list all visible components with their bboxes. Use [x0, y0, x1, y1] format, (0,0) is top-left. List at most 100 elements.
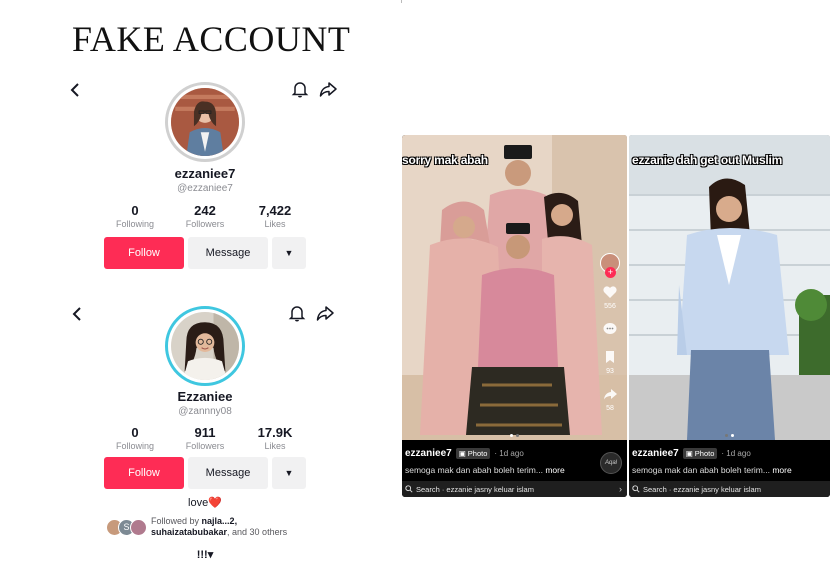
caption-more-link[interactable]: more: [545, 465, 564, 475]
avatar[interactable]: [165, 306, 245, 386]
photo-badge-label: Photo: [694, 449, 715, 458]
share-count: 58: [606, 405, 614, 412]
stat-likes: 7,422 Likes: [240, 203, 310, 230]
followed-by-name: suhaizatabubakar: [151, 527, 228, 537]
like-count: 556: [604, 303, 616, 310]
overlay-title: sorry mak abah: [402, 153, 488, 167]
display-name: Ezzaniee: [177, 389, 233, 404]
chevron-right-icon: ›: [619, 484, 622, 494]
stat-value: 0: [131, 425, 139, 440]
photo-icon: ▣: [458, 449, 466, 458]
stat-value: 911: [194, 425, 216, 440]
back-icon[interactable]: [66, 80, 86, 100]
music-disc[interactable]: Aqal: [600, 452, 622, 474]
carousel-dot[interactable]: [731, 434, 734, 437]
more-dropdown-button[interactable]: ▼: [272, 457, 306, 489]
stat-value: 7,422: [258, 203, 292, 218]
message-button[interactable]: Message: [188, 237, 268, 269]
profile-real: Ezzaniee @zannny08 0 Following 911 Follo…: [60, 298, 350, 563]
stat-label: Likes: [264, 219, 286, 229]
followed-by-prefix: Followed by: [151, 516, 200, 526]
share-icon[interactable]: [315, 303, 335, 323]
profile-fake: ezzaniee7 @ezzaniee7 0 Following 242 Fol…: [60, 70, 350, 285]
post-card[interactable]: sorry mak abah + 556 93 58 ezzaniee7 ▣ P…: [402, 135, 627, 497]
stat-following[interactable]: 0 Following: [100, 425, 170, 452]
stat-likes: 17.9K Likes: [240, 425, 310, 452]
overlay-title: ezzanie dah get out Muslim: [632, 153, 783, 167]
bookmark-count: 93: [606, 368, 614, 375]
caption-text: semoga mak dan abah boleh terim... more: [405, 465, 624, 475]
carousel-dot[interactable]: [516, 434, 519, 437]
avatar: [130, 518, 147, 536]
post-username[interactable]: ezzaniee7: [405, 448, 452, 459]
post-photo[interactable]: [402, 135, 627, 440]
follow-button[interactable]: Follow: [104, 457, 184, 489]
headline: FAKE ACCOUNT: [72, 19, 351, 59]
bookmark-icon[interactable]: [601, 348, 619, 366]
heart-icon[interactable]: [601, 283, 619, 301]
post-time: · 1d ago: [494, 449, 524, 458]
stat-followers[interactable]: 242 Followers: [170, 203, 240, 230]
post-caption: ezzaniee7 ▣ Photo · 1d ago semoga mak da…: [405, 448, 624, 475]
carousel-dots: [402, 434, 627, 437]
caption-body: semoga mak dan abah boleh terim...: [632, 465, 770, 475]
display-name: ezzaniee7: [174, 166, 236, 181]
avatar[interactable]: +: [600, 253, 620, 278]
followed-by[interactable]: S Followed by najla...2, suhaizatabubaka…: [106, 516, 287, 538]
side-actions: + 556 93 58: [600, 253, 620, 412]
mutual-avatars: S: [106, 518, 147, 536]
search-icon: [632, 485, 640, 493]
stat-label: Following: [115, 441, 155, 451]
search-icon: [405, 485, 413, 493]
profile-stats: 0 Following 242 Followers 7,422 Likes: [100, 203, 310, 230]
stat-value: 0: [131, 203, 139, 218]
comment-icon[interactable]: [601, 320, 619, 338]
carousel-dots: [629, 434, 830, 437]
search-text: Search · ezzanie jasny keluar islam: [416, 484, 534, 494]
followed-by-suffix: , and 30 others: [227, 527, 288, 537]
stat-followers[interactable]: 911 Followers: [170, 425, 240, 452]
stat-following[interactable]: 0 Following: [100, 203, 170, 230]
avatar[interactable]: [165, 82, 245, 162]
bell-icon[interactable]: [290, 79, 310, 99]
bell-icon[interactable]: [287, 303, 307, 323]
follow-plus-icon[interactable]: +: [605, 267, 616, 278]
more-dropdown-button[interactable]: ▼: [272, 237, 306, 269]
divider-tick: [401, 0, 402, 3]
handle: @ezzaniee7: [177, 183, 233, 194]
caption-body: semoga mak dan abah boleh terim...: [405, 465, 543, 475]
post-photo[interactable]: [629, 135, 830, 440]
stat-label: Followers: [185, 441, 225, 451]
back-icon[interactable]: [68, 304, 88, 324]
follow-button[interactable]: Follow: [104, 237, 184, 269]
share-icon[interactable]: [601, 385, 619, 403]
caption-text: semoga mak dan abah boleh terim... more: [632, 465, 827, 475]
search-text: Search · ezzanie jasny keluar islam: [643, 484, 761, 494]
stat-label: Followers: [185, 219, 225, 229]
caption-more-link[interactable]: more: [772, 465, 791, 475]
message-button[interactable]: Message: [188, 457, 268, 489]
share-icon[interactable]: [318, 79, 338, 99]
action-buttons: Follow Message ▼: [104, 457, 306, 489]
post-username[interactable]: ezzaniee7: [632, 448, 679, 459]
followed-by-text: Followed by najla...2, suhaizatabubakar,…: [151, 516, 287, 538]
photo-icon: ▣: [685, 449, 693, 458]
carousel-dot[interactable]: [510, 434, 513, 437]
photo-badge-label: Photo: [467, 449, 488, 458]
followed-by-name: najla...2,: [201, 516, 238, 526]
search-bar[interactable]: Search · ezzanie jasny keluar islam ›: [402, 481, 627, 497]
stat-label: Likes: [264, 441, 286, 451]
action-buttons: Follow Message ▼: [104, 237, 306, 269]
bio: love❤️: [188, 497, 222, 509]
profile-stats: 0 Following 911 Followers 17.9K Likes: [100, 425, 310, 452]
photo-badge: ▣ Photo: [455, 448, 491, 459]
photo-badge: ▣ Photo: [682, 448, 718, 459]
bio-more[interactable]: !!!▾: [60, 548, 350, 561]
stat-value: 242: [194, 203, 216, 218]
stat-value: 17.9K: [257, 425, 293, 440]
search-bar[interactable]: Search · ezzanie jasny keluar islam: [629, 481, 830, 497]
carousel-dot[interactable]: [725, 434, 728, 437]
post-time: · 1d ago: [721, 449, 751, 458]
post-card[interactable]: ezzanie dah get out Muslim ezzaniee7 ▣ P…: [629, 135, 830, 497]
handle: @zannny08: [178, 406, 232, 417]
